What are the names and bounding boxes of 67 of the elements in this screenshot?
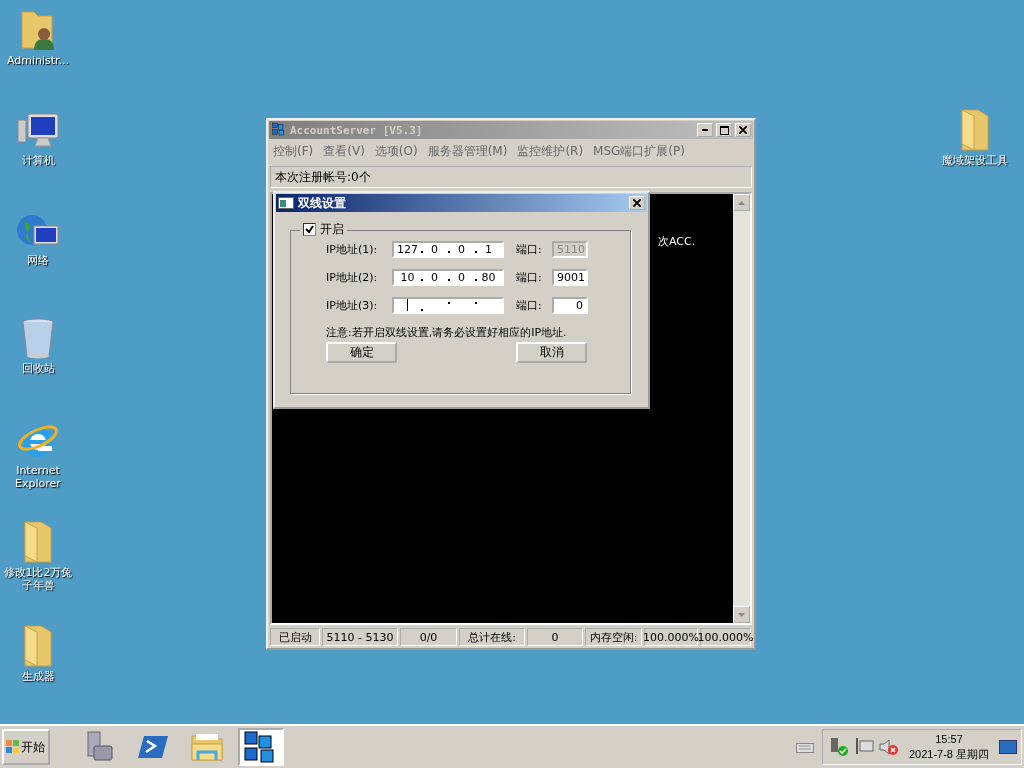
ip-label: IP地址(1): [326,242,379,257]
menu-item[interactable]: 监控维护(R) [517,143,584,159]
show-desktop-icon[interactable] [999,740,1017,754]
desktop-icon-label[interactable]: 生成器 [21,670,55,683]
minimize-icon [702,129,708,131]
keyboard-icon[interactable] [796,741,814,753]
close-button[interactable] [629,196,645,210]
maximize-button[interactable] [716,123,732,137]
scrollbar[interactable] [733,194,750,623]
start-button[interactable]: 开始 [2,729,50,765]
monitor-icon[interactable] [854,738,874,756]
desktop-icon-label[interactable]: 计算机 [21,154,55,167]
ip-address-field[interactable] [392,297,504,314]
desktop-icon-label[interactable]: 网络 [27,254,49,267]
desktop-icon-label[interactable]: 魔域架设工具 [930,154,1020,167]
network-status-icon[interactable] [829,738,849,756]
ip-label: IP地址(2): [326,270,379,285]
folder-icon[interactable] [190,732,224,762]
desktop-icon-label[interactable]: 修改1比2万兔子年兽 [0,566,76,592]
muted-speaker-icon[interactable] [879,738,899,756]
status-cell: 0 [527,628,583,646]
status-cell: 总计在线: [459,628,525,646]
clock-date[interactable]: 2021-7-8 星期四 [908,747,990,762]
desktop-icon-label[interactable]: Internet Explorer [0,464,76,490]
ip-label: IP地址(3): [326,298,379,313]
menu-item[interactable]: 选项(O) [374,143,418,159]
port-field[interactable]: 9001 [552,269,588,286]
status-cell: 100.000% [644,628,698,646]
down-arrow-icon[interactable] [738,612,745,617]
desktop-icon-label[interactable]: 回收站 [21,362,55,375]
port-label: 端口: [515,298,543,313]
status-cell: 100.000% [700,628,751,646]
folder-icon [958,108,992,152]
windows-logo-icon [6,740,20,754]
checkbox-label: 开启 [320,221,344,238]
recycle-bin-icon [20,316,56,360]
status-cell: 5110 - 5130 [322,628,398,646]
menu-item[interactable]: 控制(F) [273,143,314,159]
port-label: 端口: [515,270,543,285]
maximize-icon [719,125,729,135]
clock-time[interactable]: 15:57 [935,732,963,747]
status-cell: 0/0 [400,628,457,646]
console-text: 次ACC. [658,234,696,249]
window-title: AccountServer [V5.3] [290,123,424,137]
close-button[interactable] [735,123,751,137]
cancel-button[interactable]: 取消 [516,342,587,363]
menu-item[interactable]: MSG端口扩展(P) [593,143,685,159]
minimize-button[interactable] [697,123,713,137]
status-cell: 已启动 [270,628,320,646]
status-cell: 内存空闲: [585,628,642,646]
up-arrow-icon[interactable] [738,200,745,205]
window-icon [278,197,294,209]
ok-button[interactable]: 确定 [326,342,397,363]
port-label: 端口: [515,242,543,257]
menu-item[interactable]: 服务器管理(M) [427,143,508,159]
port-field[interactable]: 0 [552,297,588,314]
folder-icon [21,624,55,668]
dialog-title: 双线设置 [298,194,347,212]
desktop-icon-label[interactable]: Administr... [6,54,70,67]
folder-icon [21,520,55,564]
register-count: 本次注册帐号:0个 [270,166,752,188]
close-icon [633,199,641,207]
menu-item[interactable]: 查看(V) [323,143,365,159]
note-text: 注意:若开启双线设置,请务必设置好相应的IP地址. [326,325,568,340]
enable-checkbox[interactable] [303,223,316,236]
ip-address-field[interactable]: 10 0 0 80 [392,269,504,286]
close-icon [739,126,747,134]
